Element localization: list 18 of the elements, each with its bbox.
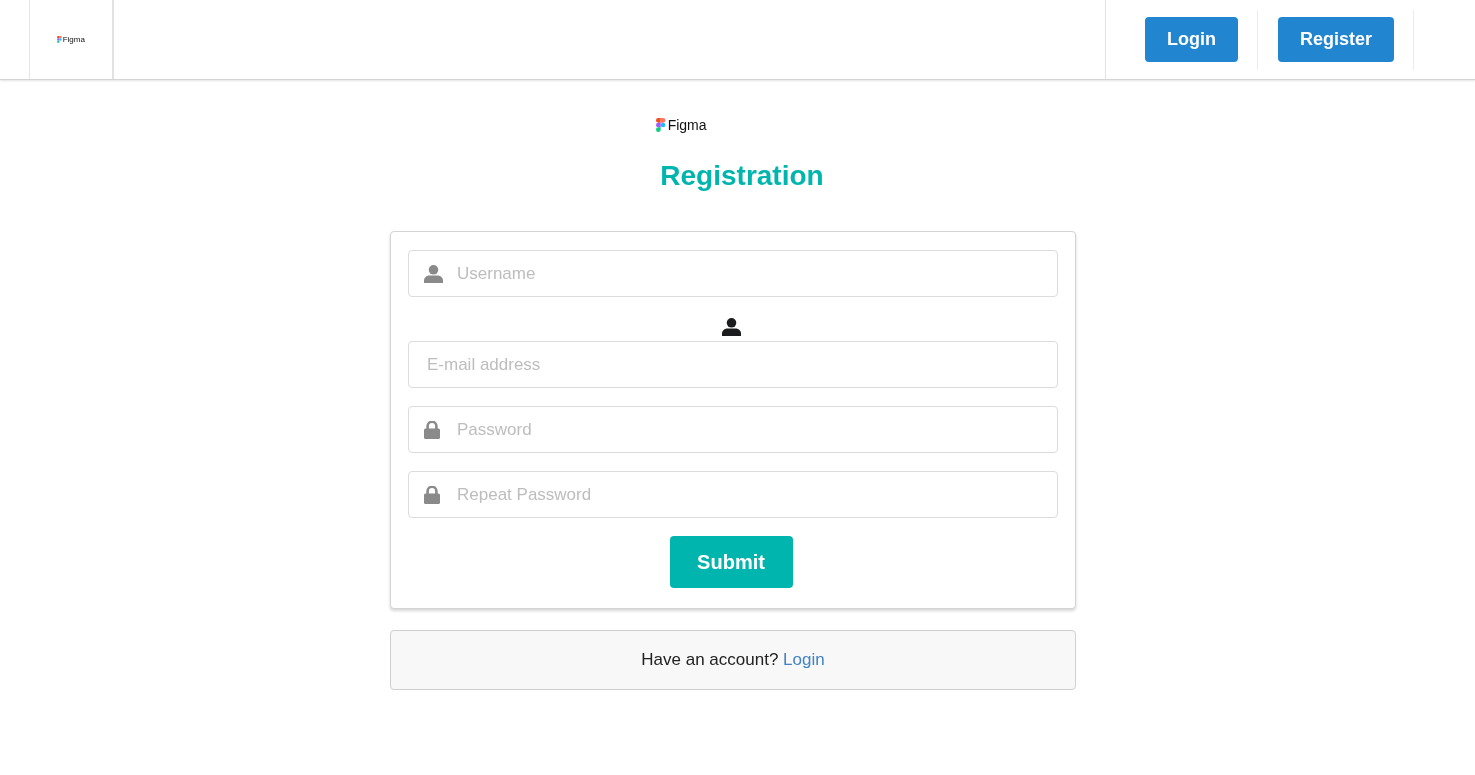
submit-button[interactable]: Submit <box>669 536 793 588</box>
logo-text: Figma <box>62 35 85 44</box>
page-title: Registration <box>660 159 824 193</box>
lock-icon <box>424 485 440 504</box>
password-field[interactable]: Password <box>408 406 1058 453</box>
logo-icon <box>656 118 666 132</box>
login-link[interactable]: Login <box>783 650 825 669</box>
user-icon <box>424 264 443 283</box>
user-icon <box>721 318 741 336</box>
password-field[interactable]: Repeat Password <box>408 471 1058 518</box>
lock-icon <box>424 420 440 439</box>
account-prompt: Have an account? Login <box>641 650 825 670</box>
username-field[interactable]: Username <box>408 250 1058 297</box>
register-button[interactable]: Register <box>1278 17 1394 62</box>
logo-icon <box>57 36 62 43</box>
login-button[interactable]: Login <box>1145 17 1238 62</box>
logo-text: Figma <box>667 117 707 133</box>
email-field[interactable]: E-mail address <box>408 341 1058 388</box>
